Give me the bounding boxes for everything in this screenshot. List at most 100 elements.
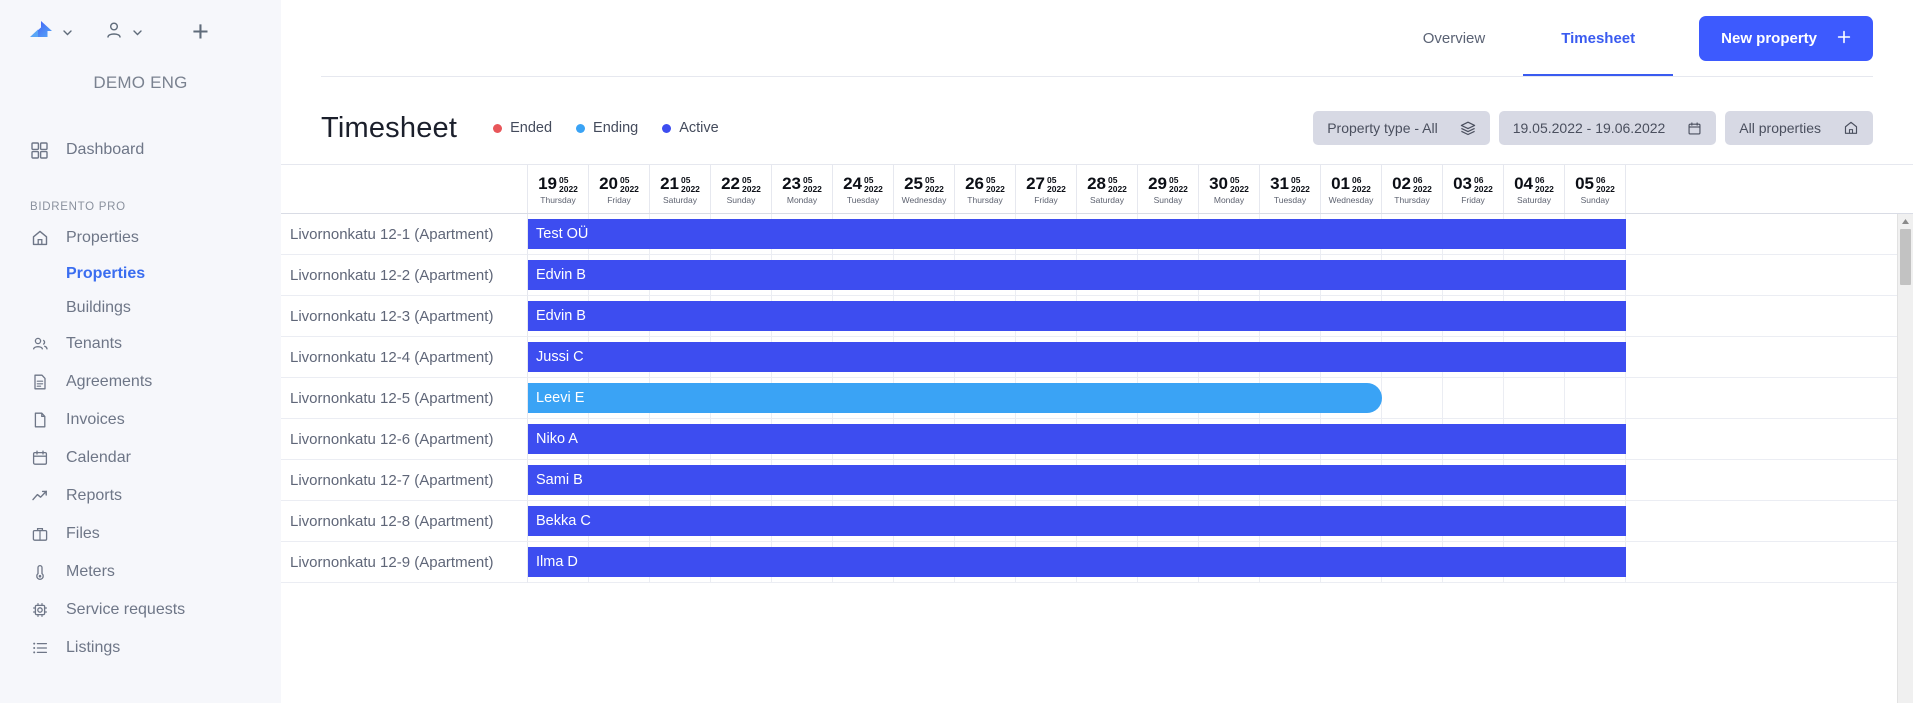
date-range-filter[interactable]: 19.05.2022 - 19.06.2022 (1498, 111, 1717, 145)
user-menu[interactable] (104, 20, 144, 45)
day-number: 22 (721, 174, 740, 193)
status-legend: Ended Ending Active (493, 120, 719, 136)
all-properties-filter[interactable]: All properties (1725, 111, 1873, 145)
vertical-scrollbar[interactable] (1897, 214, 1913, 703)
sidebar-subitem-properties[interactable]: Properties (0, 257, 281, 291)
trend-up-icon (30, 487, 49, 506)
workspace-switcher[interactable] (28, 19, 74, 46)
layers-icon (1460, 120, 1476, 136)
sidebar-item-properties[interactable]: Properties (0, 219, 281, 257)
tenancy-bar[interactable]: Bekka C (528, 506, 1626, 536)
timeline-row: Edvin B (528, 255, 1913, 296)
sidebar-item-label: Properties (66, 229, 139, 246)
property-name-column: Livornonkatu 12-1 (Apartment) Livornonkat… (281, 214, 528, 703)
user-icon (104, 20, 124, 45)
sidebar-item-calendar[interactable]: Calendar (0, 439, 281, 477)
sidebar-item-label: Agreements (66, 373, 153, 390)
timeline-cell[interactable] (1443, 378, 1504, 418)
weekday-label: Wednesday (901, 195, 947, 205)
day-number: 03 (1453, 174, 1472, 193)
property-name-cell[interactable]: Livornonkatu 12-6 (Apartment) (281, 419, 528, 460)
day-number: 24 (843, 174, 862, 193)
new-property-button[interactable]: New property (1699, 16, 1873, 61)
tab-timesheet[interactable]: Timesheet (1523, 0, 1674, 77)
sidebar-item-tenants[interactable]: Tenants (0, 325, 281, 363)
tab-overview[interactable]: Overview (1385, 0, 1524, 77)
organization-name: DEMO ENG (93, 73, 188, 92)
sidebar-item-service-requests[interactable]: Service requests (0, 591, 281, 629)
year-number: 2022 (803, 183, 822, 194)
day-number: 29 (1148, 174, 1167, 193)
plus-icon (1837, 30, 1851, 48)
tenancy-bar[interactable]: Edvin B (528, 301, 1626, 331)
grid-header-row: 19 05 2022 Thursday 20 05 2022 Friday 21 05 2022 Sa… (281, 164, 1913, 214)
sidebar-item-label: Service requests (66, 601, 186, 618)
day-number: 19 (538, 174, 557, 193)
sidebar-section-label: BIDRENTO PRO (30, 201, 126, 213)
weekday-label: Sunday (1580, 195, 1610, 205)
home-icon (30, 229, 49, 248)
property-name-cell[interactable]: Livornonkatu 12-5 (Apartment) (281, 378, 528, 419)
day-column-header: 20 05 2022 Friday (589, 165, 650, 213)
property-name-cell[interactable]: Livornonkatu 12-2 (Apartment) (281, 255, 528, 296)
sidebar-item-reports[interactable]: Reports (0, 477, 281, 515)
day-column-header: 01 06 2022 Wednesday (1321, 165, 1382, 213)
day-column-header: 22 05 2022 Sunday (711, 165, 772, 213)
timeline-cell[interactable] (1504, 378, 1565, 418)
caret-up-icon[interactable] (1898, 214, 1913, 229)
sidebar-item-agreements[interactable]: Agreements (0, 363, 281, 401)
tenancy-bar[interactable]: Ilma D (528, 547, 1626, 577)
timeline-cell[interactable] (1565, 378, 1626, 418)
sidebar-item-meters[interactable]: Meters (0, 553, 281, 591)
day-column-header: 19 05 2022 Thursday (528, 165, 589, 213)
tenancy-bar[interactable]: Niko A (528, 424, 1626, 454)
day-column-header: 21 05 2022 Saturday (650, 165, 711, 213)
scrollbar-thumb[interactable] (1900, 229, 1911, 285)
sidebar-item-invoices[interactable]: Invoices (0, 401, 281, 439)
chip-gear-icon (30, 601, 49, 620)
tenancy-bar[interactable]: Sami B (528, 465, 1626, 495)
property-name-cell[interactable]: Livornonkatu 12-9 (Apartment) (281, 542, 528, 583)
timeline-row: Bekka C (528, 501, 1913, 542)
property-type-filter[interactable]: Property type - All (1313, 111, 1490, 145)
sidebar-item-dashboard[interactable]: Dashboard (0, 131, 281, 169)
sidebar-item-label: Dashboard (66, 141, 145, 158)
sidebar-item-label: Calendar (66, 449, 131, 466)
sidebar-item-label: Tenants (66, 335, 123, 352)
sidebar-subitem-label: Properties (66, 265, 146, 282)
sidebar-item-label: Reports (66, 487, 123, 504)
status-dot-ending (576, 123, 586, 133)
tenancy-bar[interactable]: Edvin B (528, 260, 1626, 290)
grid-dashboard-icon (30, 141, 49, 160)
sidebar-subitem-label: Buildings (66, 299, 131, 316)
timeline-row: Sami B (528, 460, 1913, 501)
property-name-cell[interactable]: Livornonkatu 12-4 (Apartment) (281, 337, 528, 378)
property-name-cell[interactable]: Livornonkatu 12-8 (Apartment) (281, 501, 528, 542)
weekday-label: Wednesday (1328, 195, 1374, 205)
status-dot-active (662, 123, 672, 133)
day-number: 04 (1514, 174, 1533, 193)
sidebar-item-listings[interactable]: Listings (0, 629, 281, 667)
year-number: 2022 (1108, 183, 1127, 194)
briefcase-icon (30, 525, 49, 544)
day-number: 02 (1392, 174, 1411, 193)
sidebar-subitem-buildings[interactable]: Buildings (0, 291, 281, 325)
sidebar-item-label: Invoices (66, 411, 125, 428)
property-name-cell[interactable]: Livornonkatu 12-7 (Apartment) (281, 460, 528, 501)
property-name-cell[interactable]: Livornonkatu 12-3 (Apartment) (281, 296, 528, 337)
add-new-button[interactable]: + (192, 18, 209, 47)
sidebar-item-files[interactable]: Files (0, 515, 281, 553)
legend-item-ending: Ending (576, 120, 638, 136)
tenancy-bar[interactable]: Jussi C (528, 342, 1626, 372)
tenancy-bar[interactable]: Test OÜ (528, 219, 1626, 249)
weekday-label: Sunday (1153, 195, 1183, 205)
tenancy-bar[interactable]: Leevi E (528, 383, 1382, 413)
weekday-label: Saturday (662, 195, 698, 205)
property-name-cell[interactable]: Livornonkatu 12-1 (Apartment) (281, 214, 528, 255)
year-number: 2022 (620, 183, 639, 194)
year-number: 2022 (1535, 183, 1554, 194)
legend-label: Ended (510, 120, 553, 136)
people-icon (30, 335, 49, 354)
timeline-cell[interactable] (1382, 378, 1443, 418)
status-dot-ended (493, 123, 503, 133)
